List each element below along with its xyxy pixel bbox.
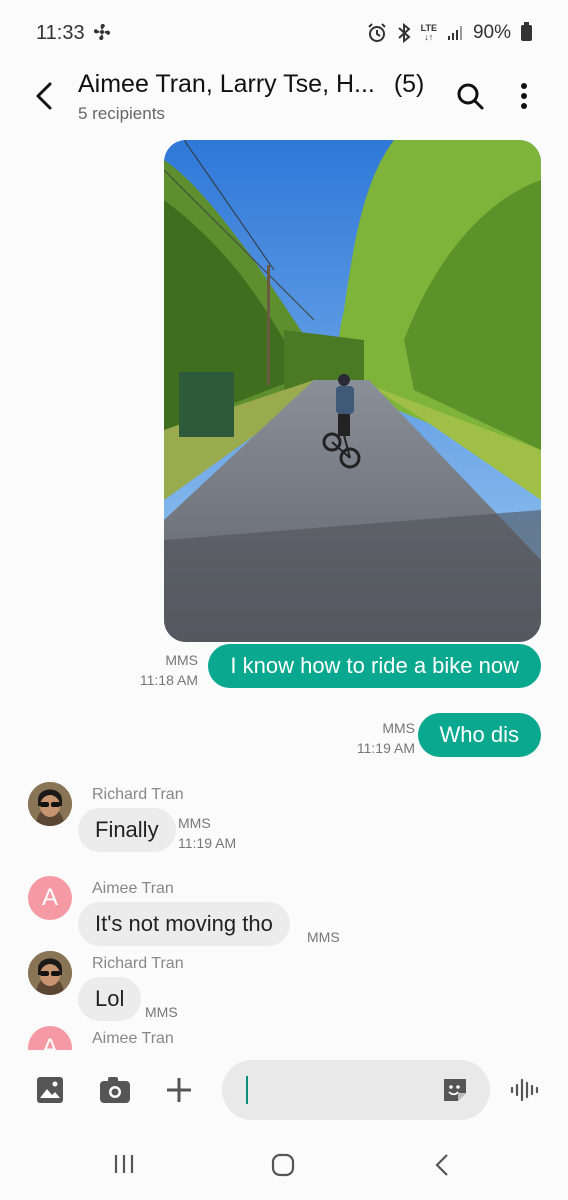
sender-name: Aimee Tran <box>92 880 174 897</box>
message-type: MMS <box>165 652 198 668</box>
message-meta: MMS 11:19 AM <box>178 813 236 853</box>
message-time: 11:18 AM <box>139 672 198 688</box>
nav-back-icon[interactable] <box>432 1153 452 1177</box>
conversation-title-text: Aimee Tran, Larry Tse, H... <box>78 70 375 98</box>
signal-icon <box>447 26 462 40</box>
home-icon[interactable] <box>271 1153 295 1177</box>
fan-icon <box>94 23 111 41</box>
plus-icon[interactable] <box>165 1076 193 1104</box>
battery-icon <box>521 22 532 41</box>
message-type: MMS <box>382 720 415 736</box>
message-time: 11:19 AM <box>178 835 237 851</box>
search-icon[interactable] <box>454 80 486 112</box>
message-time: 11:19 AM <box>356 740 415 756</box>
alarm-icon <box>367 23 386 42</box>
recipients-subtitle: 5 recipients <box>78 104 165 123</box>
sender-name: Richard Tran <box>92 955 184 972</box>
avatar[interactable] <box>28 782 72 826</box>
incoming-message-bubble[interactable]: Lol <box>78 977 142 1021</box>
camera-icon[interactable] <box>99 1076 131 1104</box>
message-type: MMS <box>145 1004 178 1020</box>
message-type: MMS <box>307 929 340 945</box>
mms-photo[interactable] <box>164 140 541 642</box>
sender-name: Aimee Tran <box>92 1030 174 1047</box>
voice-icon[interactable] <box>510 1076 540 1104</box>
message-type: MMS <box>178 815 211 831</box>
sender-name: Richard Tran <box>92 786 184 803</box>
avatar[interactable] <box>28 951 72 995</box>
data-arrows-icon: ↓↑ <box>424 32 434 42</box>
status-icons: LTE ↓↑ 90% <box>367 22 532 44</box>
text-cursor <box>246 1076 248 1104</box>
battery-percent: 90% <box>472 22 511 43</box>
outgoing-message-bubble[interactable]: I know how to ride a bike now <box>208 644 541 688</box>
richard-avatar-image <box>28 782 72 826</box>
recipient-count: (5) <box>393 70 425 98</box>
incoming-message-bubble[interactable]: Finally <box>78 808 176 852</box>
incoming-message-bubble[interactable]: It's not moving tho <box>78 902 290 946</box>
message-meta: MMS 11:18 AM <box>140 650 198 690</box>
sticker-icon[interactable] <box>441 1076 469 1104</box>
bluetooth-icon <box>397 23 411 43</box>
network-type: LTE ↓↑ <box>421 24 437 42</box>
more-vert-icon[interactable] <box>508 80 540 112</box>
conversation-title[interactable]: Aimee Tran, Larry Tse, H... (5) <box>78 70 424 99</box>
richard-avatar-image <box>28 951 72 995</box>
outgoing-message-bubble[interactable]: Who dis <box>417 713 541 757</box>
back-arrow-icon[interactable] <box>30 78 60 114</box>
bike-ride-photo <box>164 140 541 642</box>
gallery-icon[interactable] <box>36 1076 64 1104</box>
recents-icon[interactable] <box>113 1153 135 1175</box>
status-time-text: 11:33 <box>36 22 85 44</box>
status-time: 11:33 <box>36 22 112 45</box>
message-meta: MMS 11:19 AM <box>357 718 415 758</box>
avatar[interactable]: A <box>28 876 72 920</box>
